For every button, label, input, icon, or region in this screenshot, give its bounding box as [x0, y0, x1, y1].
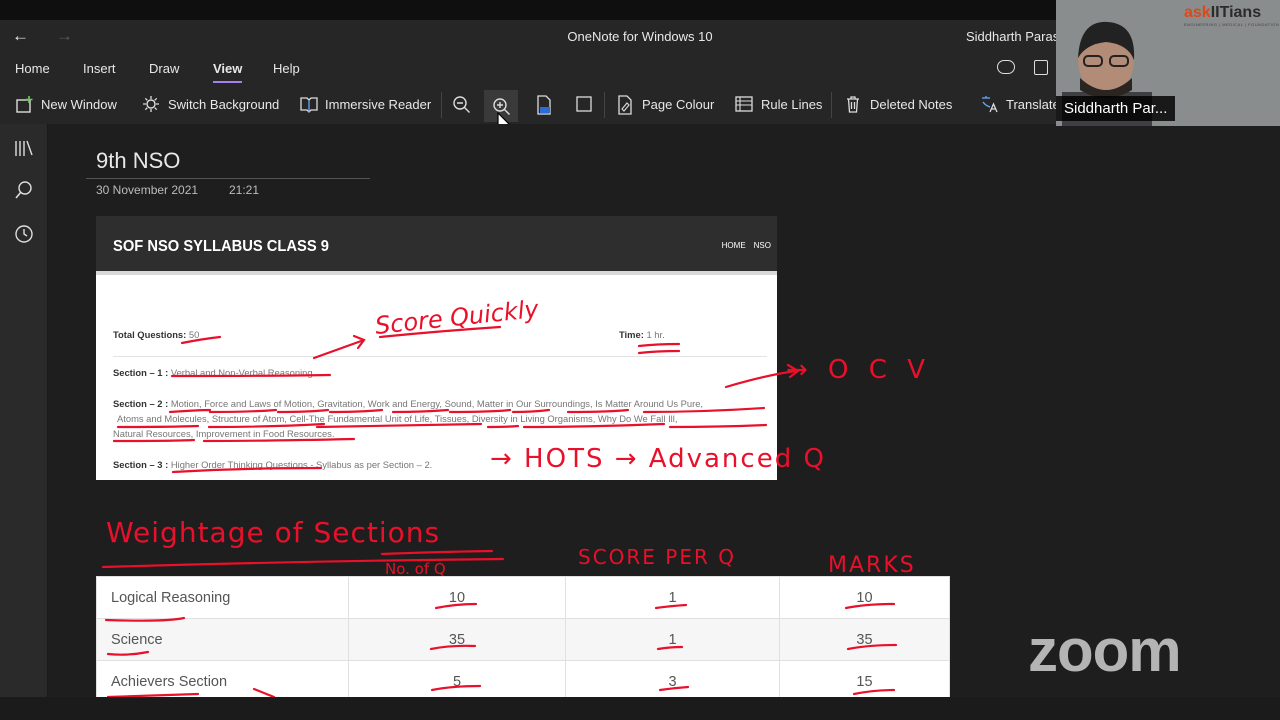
rule-lines-icon	[735, 95, 753, 113]
zoom-100-button[interactable]	[535, 95, 553, 115]
table-cell: Logical Reasoning	[96, 576, 349, 619]
syllabus-nav-nso: NSO	[753, 241, 771, 250]
translate-icon	[980, 95, 998, 113]
immersive-reader-button[interactable]: Immersive Reader	[299, 95, 431, 113]
translate-button[interactable]: Translate	[980, 95, 1060, 113]
trash-icon	[844, 95, 862, 113]
bottom-strip	[0, 697, 1280, 720]
table-row: Achievers Section 5 3 15	[96, 660, 950, 697]
zoom-out-button[interactable]	[452, 95, 470, 113]
ribbon-divider	[441, 92, 442, 118]
table-cell: 1	[565, 618, 780, 661]
rule-lines-label: Rule Lines	[761, 96, 823, 112]
ribbon-divider	[604, 92, 605, 118]
sun-icon	[142, 95, 160, 113]
section-3-rest: - Syllabus as per Section – 2.	[310, 459, 433, 470]
table-cell: 3	[565, 660, 780, 697]
table-cell: 35	[348, 618, 566, 661]
section-2: Section – 2 : Motion, Force and Laws of …	[113, 398, 703, 409]
section-1: Section – 1 : Verbal and Non-Verbal Reas…	[113, 367, 313, 378]
table-row: Logical Reasoning 10 1 10	[96, 576, 950, 619]
deleted-notes-button[interactable]: Deleted Notes	[844, 95, 952, 113]
rule-lines-button[interactable]: Rule Lines	[735, 95, 822, 113]
immersive-reader-label: Immersive Reader	[325, 96, 432, 112]
weightage-table: Logical Reasoning 10 1 10 Science 35 1 3…	[96, 576, 950, 697]
askiitians-tagline: ENGINEERING | MEDICAL | FOUNDATION	[1184, 22, 1280, 27]
section-2-line-2: Atoms and Molecules, Structure of Atom, …	[117, 413, 678, 424]
sync-icon[interactable]	[997, 60, 1015, 74]
total-questions: Total Questions: 50	[113, 329, 199, 340]
participant-name-label: Siddharth Par...	[1056, 96, 1176, 121]
section-1-value: Verbal and Non-Verbal Reasoning	[170, 367, 313, 378]
table-cell: 1	[565, 576, 780, 619]
table-cell: 5	[348, 660, 566, 697]
time-info: Time: 1 hr.	[619, 329, 665, 340]
table-cell: 10	[348, 576, 566, 619]
ribbon-divider	[831, 92, 832, 118]
page-width-button[interactable]	[575, 95, 593, 113]
askiitians-logo: askIITians	[1184, 4, 1262, 21]
recent-clock-icon[interactable]	[14, 224, 34, 244]
left-navigation-rail	[0, 124, 48, 697]
page-date: 30 November 2021	[96, 183, 199, 197]
section-2-line-1: Motion, Force and Laws of Motion, Gravit…	[170, 398, 704, 409]
syllabus-nav-home: HOME	[721, 241, 746, 250]
page-title[interactable]: 9th NSO	[96, 148, 180, 174]
page-width-icon	[575, 95, 593, 113]
new-window-icon	[15, 95, 33, 113]
user-name[interactable]: Siddharth Paras	[966, 29, 1059, 44]
section-1-label: Section – 1 :	[113, 367, 169, 378]
title-underline	[86, 178, 370, 179]
syllabus-nav: HOME NSO	[722, 241, 771, 250]
tab-home[interactable]: Home	[15, 61, 50, 76]
ink-ocv: → O C V	[786, 355, 931, 385]
table-cell: Science	[96, 618, 349, 661]
table-row: Science 35 1 35	[96, 618, 950, 661]
syllabus-divider	[113, 356, 767, 357]
section-3-value: Higher Order Thinking Questions	[170, 459, 308, 470]
ink-weightage: Weightage of Sections	[106, 516, 440, 549]
time-label: Time:	[619, 329, 644, 340]
notebooks-icon[interactable]	[14, 138, 34, 158]
page-time: 21:21	[229, 183, 260, 197]
syllabus-image[interactable]: SOF NSO SYLLABUS CLASS 9 HOME NSO Total …	[96, 216, 777, 480]
section-3-label: Section – 3 :	[113, 459, 169, 470]
zoom-watermark: zoom	[1028, 617, 1182, 684]
table-cell: Achievers Section	[96, 660, 349, 697]
tab-insert[interactable]: Insert	[83, 61, 116, 76]
table-cell: 15	[779, 660, 950, 697]
section-2-label: Section – 2 :	[113, 398, 169, 409]
ink-marks: MARKS	[828, 553, 916, 578]
time-value: 1 hr.	[646, 329, 665, 340]
tab-help[interactable]: Help	[273, 61, 300, 76]
note-page[interactable]: 9th NSO 30 November 2021 21:21 SOF NSO S…	[48, 124, 1280, 697]
new-window-label: New Window	[41, 96, 117, 112]
new-window-button[interactable]: New Window	[15, 95, 117, 113]
notebook-pane-icon[interactable]	[1034, 60, 1048, 75]
translate-label: Translate	[1006, 96, 1060, 112]
tab-draw[interactable]: Draw	[149, 61, 179, 76]
section-3: Section – 3 : Higher Order Thinking Ques…	[113, 459, 432, 470]
switch-background-button[interactable]: Switch Background	[142, 95, 279, 113]
immersive-reader-icon	[299, 95, 318, 113]
search-icon[interactable]	[14, 180, 34, 200]
ink-score-per-q: SCORE PER Q	[578, 545, 736, 569]
zoom-out-icon	[452, 95, 470, 113]
total-questions-label: Total Questions:	[113, 329, 187, 340]
page-colour-label: Page Colour	[642, 96, 715, 112]
section-2-line-3: Natural Resources, Improvement in Food R…	[113, 428, 335, 439]
table-cell: 35	[779, 618, 950, 661]
syllabus-heading: SOF NSO SYLLABUS CLASS 9	[113, 238, 329, 255]
page-zoom-100-icon	[535, 95, 553, 115]
table-cell: 10	[779, 576, 950, 619]
page-colour-button[interactable]: Page Colour	[616, 95, 715, 115]
total-questions-value: 50	[188, 329, 200, 340]
tab-view[interactable]: View	[213, 61, 243, 83]
deleted-notes-label: Deleted Notes	[870, 96, 953, 112]
page-colour-icon	[616, 95, 634, 115]
syllabus-header: SOF NSO SYLLABUS CLASS 9 HOME NSO	[96, 216, 777, 275]
switch-background-label: Switch Background	[168, 96, 280, 112]
onenote-window: ← → OneNote for Windows 10 Siddharth Par…	[0, 0, 1280, 720]
